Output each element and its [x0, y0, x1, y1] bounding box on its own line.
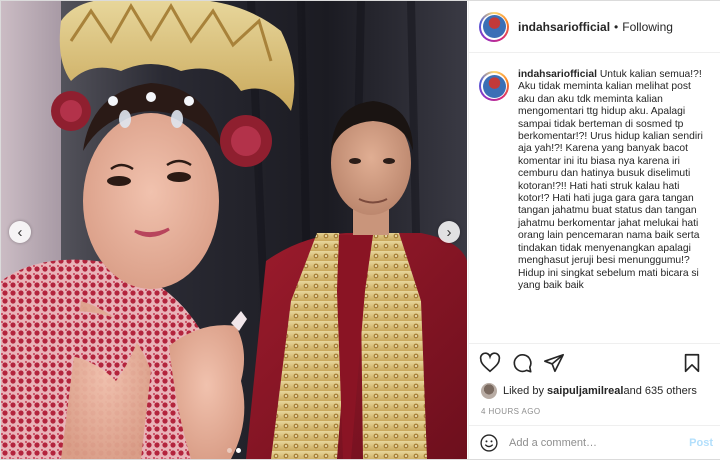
- carousel-indicator: [227, 448, 241, 453]
- following-button[interactable]: Following: [622, 20, 673, 34]
- carousel-dot: [227, 448, 232, 453]
- caption-avatar[interactable]: [479, 71, 509, 101]
- carousel-prev-button[interactable]: ‹: [9, 221, 31, 243]
- instagram-post-window: ‹ › indahsariofficial • Following indahs…: [0, 0, 720, 460]
- carousel-dot-active: [236, 448, 241, 453]
- carousel-next-button[interactable]: ›: [438, 221, 460, 243]
- header-separator: •: [614, 19, 619, 34]
- comment-bar: Post: [469, 425, 720, 459]
- header-username[interactable]: indahsariofficial: [518, 20, 610, 34]
- likes-summary: Liked by saipuljamilreal and 635 others: [469, 382, 720, 400]
- photo-illustration: [1, 1, 467, 459]
- comment-icon: [513, 354, 532, 373]
- post-photo[interactable]: ‹ ›: [1, 1, 467, 459]
- caption-username[interactable]: indahsariofficial: [518, 69, 597, 80]
- caption-text: indahsariofficial Untuk kalian semua!?! …: [518, 69, 708, 343]
- avatar[interactable]: [479, 11, 509, 42]
- post-comment-button[interactable]: Post: [689, 437, 713, 449]
- post-timestamp[interactable]: 4 HOURS AGO: [469, 407, 720, 416]
- caption-body: Untuk kalian semua!?! Aku tidak meminta …: [518, 69, 703, 291]
- post-header: indahsariofficial • Following: [469, 1, 720, 53]
- post-side-panel: indahsariofficial • Following indahsario…: [468, 1, 720, 459]
- share-button[interactable]: [543, 352, 565, 374]
- save-button[interactable]: [681, 352, 703, 374]
- likes-suffix[interactable]: and 635 others: [623, 385, 696, 397]
- send-icon: [544, 353, 564, 373]
- avatar-image: [482, 15, 506, 38]
- emoji-icon[interactable]: [479, 433, 499, 453]
- heart-icon: [479, 352, 501, 373]
- bookmark-icon: [684, 353, 700, 373]
- likes-prefix: Liked by: [503, 385, 544, 397]
- post-actions-area: Liked by saipuljamilreal and 635 others …: [469, 343, 720, 416]
- liker-username[interactable]: saipuljamilreal: [547, 385, 623, 397]
- avatar-image: [482, 74, 506, 98]
- liker-avatar[interactable]: [481, 383, 497, 399]
- action-bar: [469, 344, 720, 382]
- like-button[interactable]: [479, 352, 501, 374]
- comment-input[interactable]: [509, 436, 674, 449]
- post-caption: indahsariofficial Untuk kalian semua!?! …: [479, 69, 714, 343]
- comment-button[interactable]: [511, 352, 533, 374]
